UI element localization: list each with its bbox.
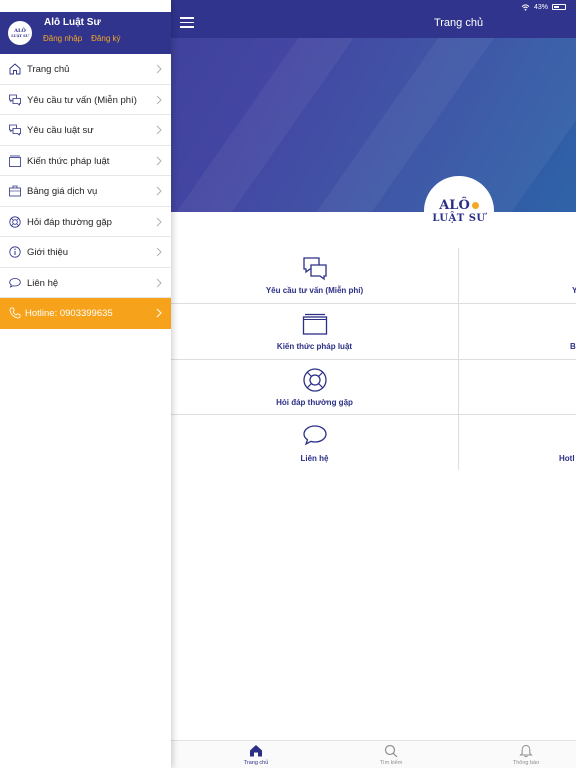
drawer-item-label: Hotline: 0903399635 <box>25 308 113 319</box>
chevron-right-icon <box>156 186 162 196</box>
chat-bubbles-icon <box>9 94 21 106</box>
drawer-item-label: Liên hệ <box>27 277 59 289</box>
drawer-item-home[interactable]: Trang chủ <box>0 54 171 85</box>
grid-item-lawyer-request[interactable]: Y <box>459 248 576 304</box>
status-bar: 43% <box>521 2 566 12</box>
drawer-item-label: Yêu cầu luật sư <box>27 125 94 136</box>
grid-item-legal-knowledge[interactable]: Kiến thức pháp luật <box>171 304 458 360</box>
tab-label: Trang chủ <box>243 760 269 766</box>
grid-item-hotline[interactable]: Hotl <box>459 416 576 472</box>
auth-links: Đăng nhập Đăng ký <box>43 34 121 43</box>
grid-item-label: Yêu cầu tư vấn (Miễn phí) <box>265 286 364 295</box>
chat-bubbles-icon <box>9 124 21 136</box>
bell-icon <box>519 744 533 758</box>
app-logo: ALÔ LUẬT SƯ <box>424 176 494 246</box>
chat-bubbles-icon <box>302 257 327 281</box>
grid-divider <box>171 414 576 415</box>
drawer-app-name: Alô Luật Sư <box>44 17 101 28</box>
page-title: Trang chủ <box>433 17 484 29</box>
register-link[interactable]: Đăng ký <box>91 34 120 43</box>
drawer-item-label: Kiến thức pháp luật <box>27 155 110 167</box>
drawer-item-lawyer-request[interactable]: Yêu cầu luật sư <box>0 115 171 146</box>
logo-text-bottom: LUẬT SƯ <box>432 213 486 224</box>
grid-item-label: Hotl <box>559 454 575 463</box>
lifebuoy-icon <box>9 215 21 228</box>
tab-label: Tìm kiếm <box>379 760 403 766</box>
grid-row: Yêu cầu tư vấn (Miễn phí) Y <box>171 248 576 304</box>
chevron-right-icon <box>156 278 162 287</box>
chevron-right-icon <box>156 247 162 257</box>
battery-percent: 43% <box>533 3 548 11</box>
avatar-text-bottom: LUẬT SƯ <box>11 34 29 38</box>
tab-notifications[interactable]: Thông báo <box>486 741 566 768</box>
tab-home[interactable]: Trang chủ <box>216 741 296 768</box>
speech-bubble-icon <box>9 277 21 288</box>
chevron-right-icon <box>156 95 162 104</box>
tab-bar: Trang chủ Tìm kiếm Thông báo <box>171 740 576 768</box>
grid-row: Hỏi đáp thường gặp <box>171 360 576 416</box>
drawer-item-hotline[interactable]: Hotline: 0903399635 <box>0 298 171 329</box>
info-icon <box>9 246 21 258</box>
speech-bubble-icon <box>302 425 327 446</box>
wifi-icon <box>521 3 530 11</box>
grid-item-faq[interactable]: Hỏi đáp thường gặp <box>171 360 458 416</box>
drawer-item-price-list[interactable]: Bảng giá dịch vụ <box>0 176 171 207</box>
drawer-item-about[interactable]: Giới thiệu <box>0 237 171 268</box>
drawer-item-legal-knowledge[interactable]: Kiến thức pháp luật <box>0 145 171 176</box>
drawer-item-label: Giới thiệu <box>27 247 69 258</box>
grid-item-label: Kiến thức pháp luật <box>276 342 353 351</box>
chevron-right-icon <box>156 64 162 74</box>
home-icon <box>9 63 21 75</box>
phone-icon <box>9 307 21 319</box>
tab-label: Thông báo <box>512 760 540 766</box>
folder-icon <box>302 313 327 335</box>
search-icon <box>384 744 398 758</box>
battery-icon <box>552 4 566 10</box>
drawer-item-label: Hỏi đáp thường gặp <box>27 216 112 228</box>
drawer-item-label: Trang chủ <box>27 64 70 75</box>
lifebuoy-icon <box>302 368 327 392</box>
chevron-right-icon <box>156 308 162 318</box>
folder-icon <box>9 155 21 167</box>
drawer-header: ALÔ LUẬT SƯ Alô Luật Sư Đăng nhập Đăng k… <box>0 12 171 54</box>
chevron-right-icon <box>156 125 162 135</box>
side-drawer: ALÔ LUẬT SƯ Alô Luật Sư Đăng nhập Đăng k… <box>0 0 171 768</box>
logo-text-top: ALÔ <box>439 198 470 213</box>
grid-row: Liên hệ Hotl <box>171 416 576 472</box>
grid-item-label: B <box>570 342 576 351</box>
grid-item-price-list[interactable]: B <box>459 304 576 360</box>
drawer-item-contact[interactable]: Liên hệ <box>0 267 171 298</box>
grid-item-contact[interactable]: Liên hệ <box>171 416 458 472</box>
app-root: 43% Trang chủ ALÔ LUẬT SƯ Yêu cầu tư vấn… <box>0 0 576 768</box>
chevron-right-icon <box>156 217 162 226</box>
chevron-right-icon <box>156 156 162 165</box>
grid-item-about[interactable] <box>459 360 576 416</box>
grid-item-label: Hỏi đáp thường gặp <box>276 398 353 407</box>
login-link[interactable]: Đăng nhập <box>43 34 82 43</box>
grid-item-label: Liên hệ <box>300 454 329 463</box>
drawer-menu: Trang chủ Yêu cầu tư vấn (Miễn phí) Yêu … <box>0 54 171 329</box>
logo-dot-icon <box>471 202 479 209</box>
grid-item-label: Y <box>572 286 576 295</box>
drawer-item-label: Bảng giá dịch vụ <box>27 186 98 197</box>
tab-search[interactable]: Tìm kiếm <box>351 741 431 768</box>
grid-item-consultation-request[interactable]: Yêu cầu tư vấn (Miễn phí) <box>171 248 458 304</box>
drawer-item-consultation-request[interactable]: Yêu cầu tư vấn (Miễn phí) <box>0 84 171 115</box>
avatar: ALÔ LUẬT SƯ <box>8 21 32 45</box>
briefcase-icon <box>9 185 21 197</box>
drawer-item-label: Yêu cầu tư vấn (Miễn phí) <box>27 94 137 106</box>
drawer-item-faq[interactable]: Hỏi đáp thường gặp <box>0 206 171 237</box>
home-icon <box>250 745 262 757</box>
grid-row: Kiến thức pháp luật B <box>171 304 576 360</box>
